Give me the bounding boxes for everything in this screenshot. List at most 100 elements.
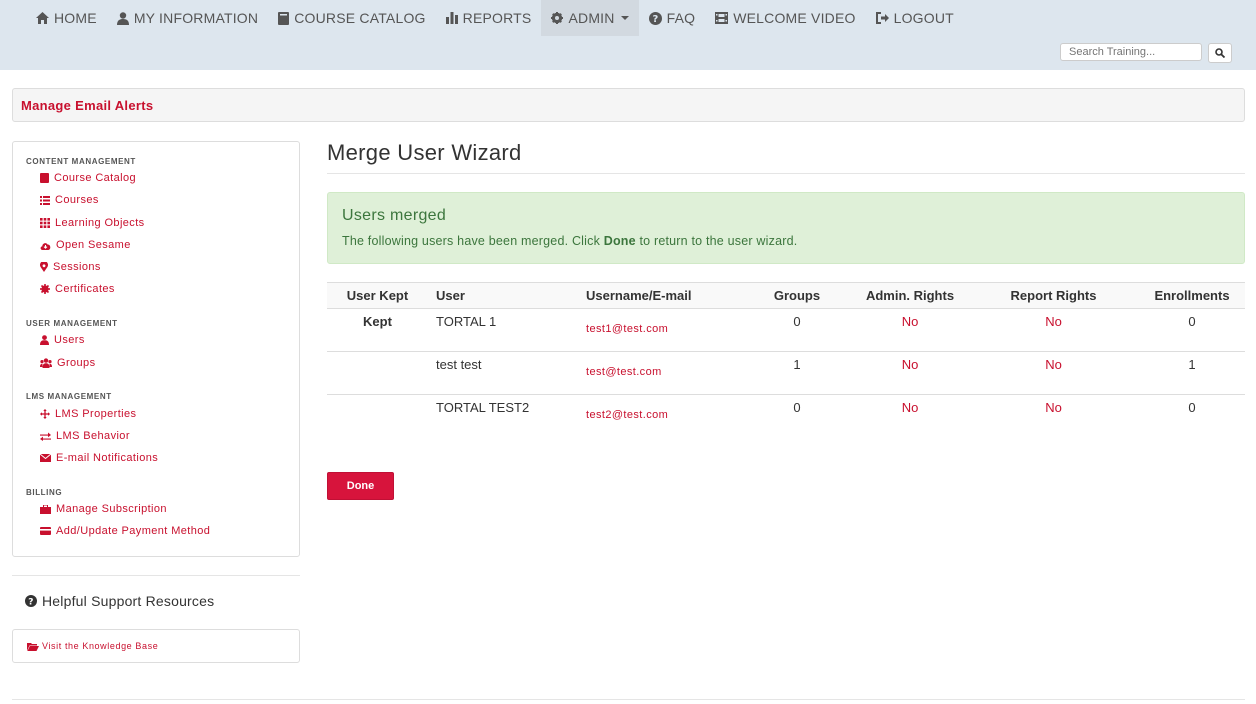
cell-groups: 0: [742, 309, 852, 352]
nav-admin-label: ADMIN: [568, 10, 615, 26]
sidebar-item-label: Sessions: [53, 261, 101, 273]
folder-open-icon: [27, 642, 39, 651]
manage-email-alerts-link[interactable]: Manage Email Alerts: [21, 98, 153, 113]
groups-value: 1: [793, 357, 801, 372]
cell-admin-rights: No: [852, 352, 968, 395]
nav-my-information-label: MY INFORMATION: [133, 10, 259, 26]
sidebar-item-certificates[interactable]: Certificates: [40, 283, 115, 295]
cloud-download-icon: [40, 242, 51, 250]
knowledge-base-box: Visit the Knowledge Base: [12, 629, 300, 663]
sidebar-item-groups[interactable]: Groups: [40, 357, 95, 369]
film-icon: [715, 12, 729, 24]
column-header-enrollments: Enrollments: [1154, 288, 1230, 303]
column-header-user: User: [436, 288, 465, 303]
credit-card-icon: [40, 527, 51, 535]
nav-welcome-video[interactable]: WELCOME VIDEO: [705, 0, 865, 36]
top-navbar: HOME MY INFORMATION COURSE CATALOG REPOR…: [0, 0, 1256, 70]
question-circle-icon: ?: [648, 11, 662, 25]
cell-report-rights: No: [968, 352, 1139, 395]
column-header-admin-rights: Admin. Rights: [865, 288, 955, 303]
table-row: Kept TORTAL 1 test1@test.com 0 No No 0: [327, 309, 1245, 352]
search-button[interactable]: [1208, 43, 1232, 63]
sidebar-item-courses[interactable]: Courses: [40, 194, 99, 206]
cell-email: test2@test.com: [578, 395, 742, 438]
sidebar-item-label: Add/Update Payment Method: [56, 525, 211, 537]
cell-user: TORTAL 1: [428, 309, 578, 352]
sidebar-item-course-catalog[interactable]: Course Catalog: [40, 172, 136, 184]
knowledge-base-link[interactable]: Visit the Knowledge Base: [27, 641, 158, 651]
bar-chart-icon: [445, 12, 458, 24]
nav-course-catalog-label: COURSE CATALOG: [294, 10, 426, 26]
sidebar-item-email-notifications[interactable]: E-mail Notifications: [40, 452, 158, 464]
sidebar-item-learning-objects[interactable]: Learning Objects: [40, 217, 145, 229]
nav-faq[interactable]: ? FAQ: [639, 0, 706, 36]
nav-logout[interactable]: LOGOUT: [866, 0, 964, 36]
table-header-row: User Kept User Username/E-mail Groups Ad…: [327, 282, 1245, 309]
success-text-bold: Done: [603, 234, 636, 248]
main-nav: HOME MY INFORMATION COURSE CATALOG REPOR…: [26, 0, 964, 36]
sidebar-item-label: Manage Subscription: [56, 503, 167, 515]
table-row: TORTAL TEST2 test2@test.com 0 No No 0: [327, 395, 1245, 438]
certificate-icon: [40, 284, 50, 294]
cell-admin-rights: No: [852, 395, 968, 438]
user-icon: [40, 335, 49, 345]
sidebar-item-manage-subscription[interactable]: Manage Subscription: [40, 503, 167, 515]
logout-icon: [875, 12, 889, 24]
cell-email: test1@test.com: [578, 309, 742, 352]
done-button[interactable]: Done: [327, 472, 394, 500]
cell-user-kept: [327, 395, 428, 438]
admin-rights-value: No: [901, 314, 919, 329]
sidebar-item-label: Courses: [55, 194, 99, 206]
success-alert: Users merged The following users have be…: [327, 192, 1245, 264]
cell-report-rights: No: [968, 309, 1139, 352]
book-icon: [278, 11, 290, 25]
nav-my-information[interactable]: MY INFORMATION: [107, 0, 268, 36]
list-icon: [40, 195, 50, 205]
cell-groups: 1: [742, 352, 852, 395]
user-name: TORTAL TEST2: [436, 400, 530, 415]
nav-admin[interactable]: ADMIN: [541, 0, 639, 36]
sidebar-item-users[interactable]: Users: [40, 334, 85, 346]
section-user-management: USER MANAGEMENT: [26, 319, 118, 328]
column-header-username-email: Username/E-mail: [586, 288, 692, 303]
sidebar-item-label: Course Catalog: [54, 172, 137, 184]
enrollments-value: 0: [1188, 400, 1196, 415]
search-input[interactable]: [1060, 43, 1202, 61]
admin-rights-value: No: [901, 400, 919, 415]
cell-admin-rights: No: [852, 309, 968, 352]
title-divider: [327, 173, 1245, 174]
user-email: test1@test.com: [586, 323, 669, 335]
sidebar-item-payment-method[interactable]: Add/Update Payment Method: [40, 525, 210, 537]
sidebar-item-open-sesame[interactable]: Open Sesame: [40, 239, 131, 251]
cell-groups: 0: [742, 395, 852, 438]
svg-text:?: ?: [28, 597, 33, 607]
cell-user: test test: [428, 352, 578, 395]
nav-reports[interactable]: REPORTS: [436, 0, 542, 36]
cell-report-rights: No: [968, 395, 1139, 438]
column-header-user-kept: User Kept: [346, 288, 409, 303]
section-content-management: CONTENT MANAGEMENT: [26, 157, 136, 166]
nav-reports-label: REPORTS: [462, 10, 532, 26]
cell-user: TORTAL TEST2: [428, 395, 578, 438]
user-icon: [116, 11, 129, 25]
envelope-icon: [40, 454, 51, 462]
sidebar-item-label: LMS Behavior: [56, 430, 130, 442]
exchange-icon: [40, 432, 51, 441]
kept-label: [327, 352, 428, 357]
nav-home[interactable]: HOME: [26, 0, 107, 36]
cell-email: test@test.com: [578, 352, 742, 395]
nav-course-catalog[interactable]: COURSE CATALOG: [268, 0, 435, 36]
admin-rights-value: No: [901, 357, 919, 372]
sidebar-item-lms-behavior[interactable]: LMS Behavior: [40, 430, 130, 442]
footer-divider: [12, 699, 1245, 700]
sidebar-item-lms-properties[interactable]: LMS Properties: [40, 408, 136, 420]
cell-enrollments: 0: [1139, 309, 1245, 352]
cell-user-kept: [327, 352, 428, 395]
sidebar-item-sessions[interactable]: Sessions: [40, 261, 101, 273]
svg-text:?: ?: [652, 14, 658, 25]
user-email: test2@test.com: [586, 409, 669, 421]
cell-user-kept: Kept: [327, 309, 428, 352]
report-rights-value: No: [1045, 400, 1062, 415]
section-lms-management: LMS MANAGEMENT: [26, 392, 112, 401]
grid-icon: [40, 218, 50, 228]
